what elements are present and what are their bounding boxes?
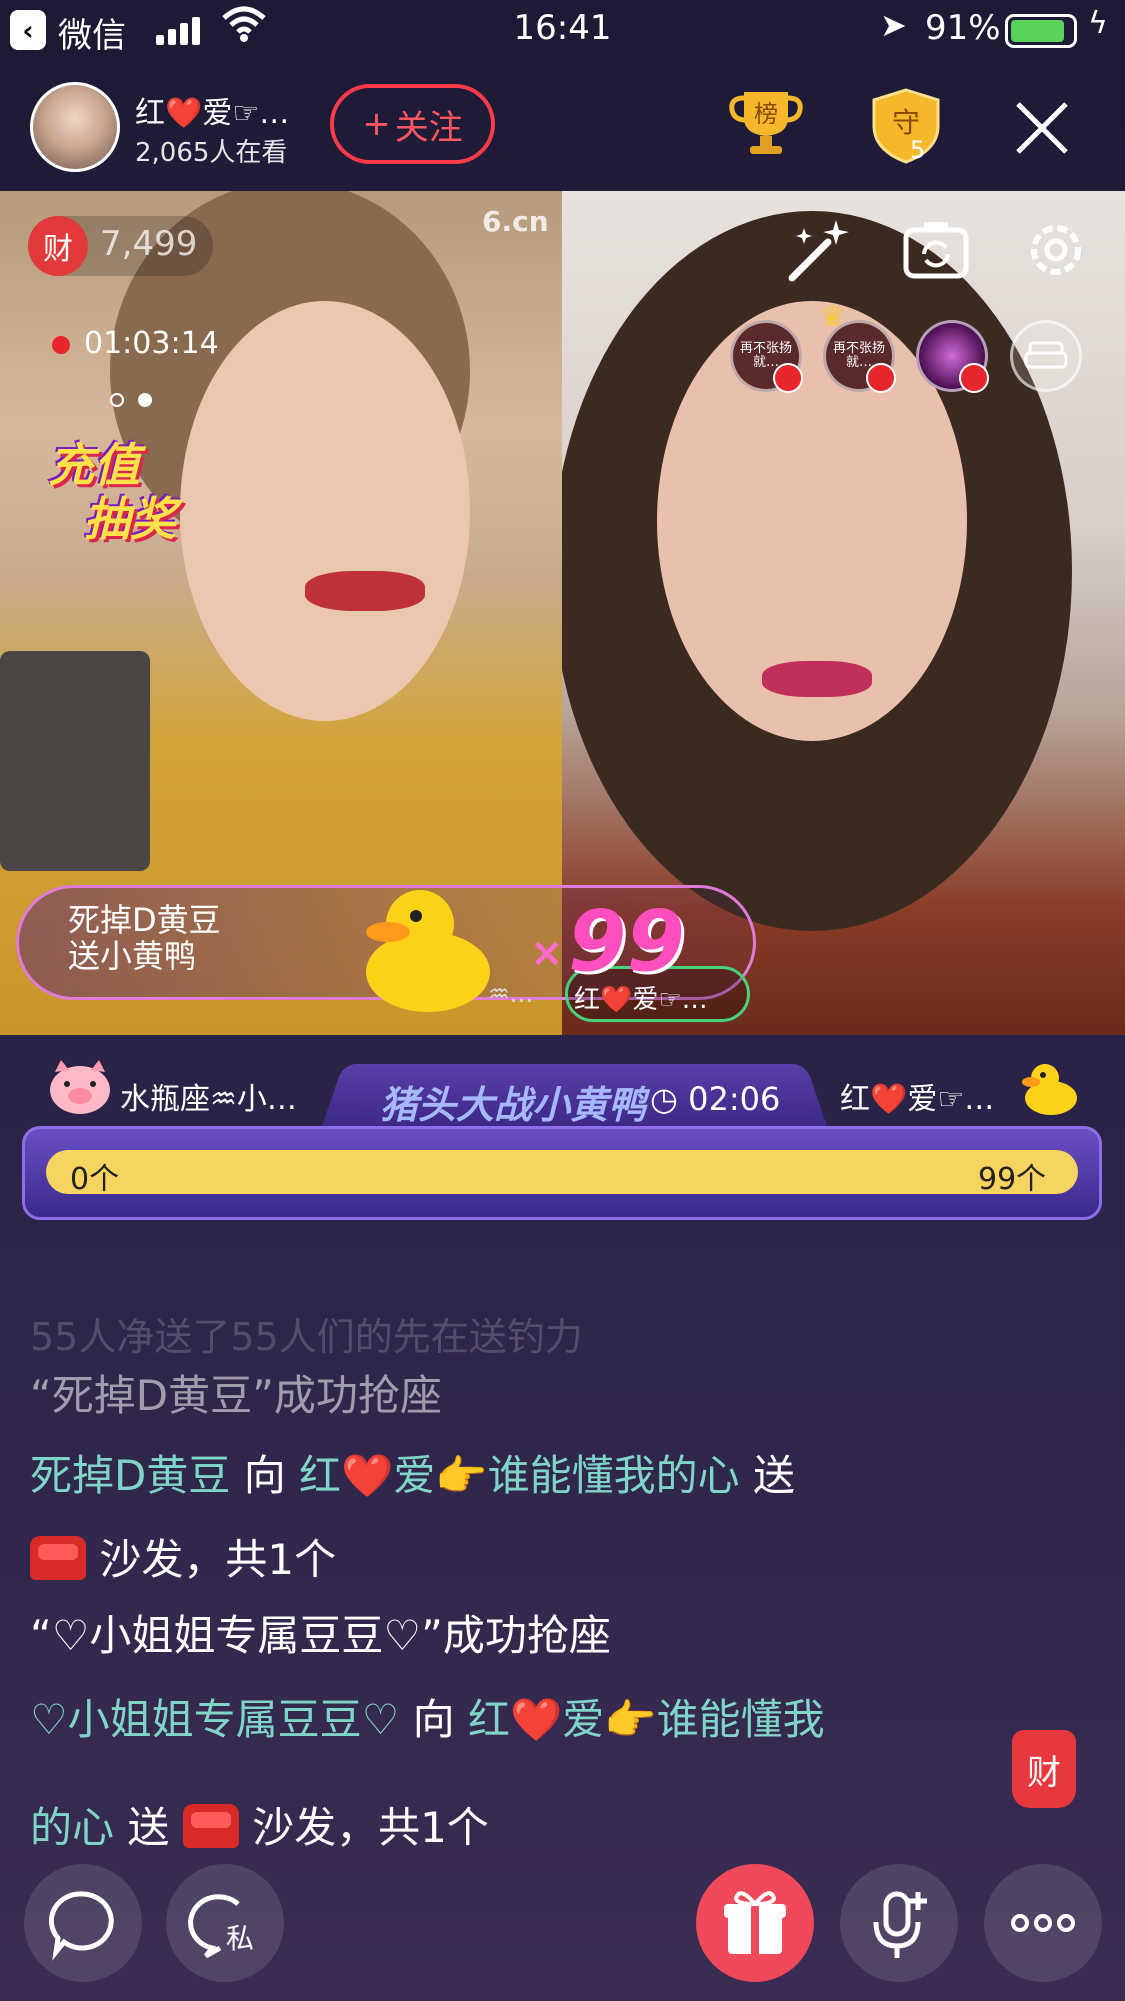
page-dot	[110, 393, 124, 407]
follow-button[interactable]: + 关注	[330, 84, 495, 164]
chat-username[interactable]: ♡小姐姐专属豆豆♡	[30, 1695, 399, 1744]
chat-message: 死掉D黄豆 向 红❤️爱👉谁能懂我的心 送	[30, 1442, 795, 1503]
sofa-icon	[182, 1804, 239, 1848]
gift-sender: 死掉D黄豆 送小黄鸭	[68, 902, 221, 974]
gift-sender-action: 送小黄鸭	[68, 937, 197, 975]
recharge-line2: 抽奖	[84, 492, 176, 546]
wealth-value: 7,499	[100, 224, 198, 264]
gift-count: 99	[568, 892, 685, 990]
chat-faded-line: 55人净送了55人们的先在送钓力	[30, 1315, 583, 1359]
status-bar: ‹ 微信 16:41 ➤ 91% ϟ	[0, 0, 1125, 62]
wealth-icon: 财	[28, 216, 88, 276]
host-name[interactable]: 红❤️爱☞…	[135, 88, 289, 132]
gift-button[interactable]	[696, 1864, 814, 1982]
speech-bubble-icon	[48, 1891, 114, 1961]
pk-left-name[interactable]: 水瓶座♒小…	[120, 1074, 297, 1118]
viewer-count: 2,065人在看	[135, 138, 288, 168]
private-label: 私	[226, 1922, 254, 1955]
recording-dot-icon	[52, 336, 70, 354]
chat-button[interactable]	[24, 1864, 142, 1982]
chat-text: 沙发，共1个	[86, 1535, 337, 1584]
chat-message: “死掉D黄豆”成功抢座	[30, 1371, 442, 1420]
chat-message: 的心 送 沙发，共1个	[30, 1794, 489, 1855]
page-dot-active	[138, 393, 152, 407]
seat-avatar[interactable]	[916, 320, 989, 393]
clock-icon: ◷	[650, 1080, 689, 1118]
watermark-logo: 6.cn	[482, 205, 549, 238]
seat-avatar[interactable]: 再不张扬就…	[730, 320, 803, 393]
live-timer: 01:03:14	[84, 326, 219, 361]
wealth-badge[interactable]: 财 7,499	[28, 216, 213, 276]
seat-avatar[interactable]: 再不张扬就…	[823, 320, 896, 393]
chat-text: 向	[399, 1695, 469, 1744]
sofa-icon	[30, 1536, 86, 1580]
chat-host-name[interactable]: 红❤️爱👉谁能懂我的心	[299, 1451, 740, 1500]
pk-right-name[interactable]: 红❤️爱☞…	[840, 1074, 994, 1118]
pk-timer-value: 02:06	[688, 1080, 781, 1118]
rank-label: 榜	[754, 100, 778, 128]
recharge-lottery-banner[interactable]: 充值 抽奖	[48, 438, 228, 558]
chat-username[interactable]: 死掉D黄豆	[30, 1451, 230, 1500]
pk-left-count: 0个	[70, 1162, 120, 1197]
chat-text: 向	[230, 1451, 300, 1500]
recharge-line1: 充值	[48, 438, 140, 492]
guard-shield-icon[interactable]: 守	[868, 86, 944, 166]
settings-gear-icon[interactable]	[1020, 214, 1092, 286]
ranking-trophy-icon[interactable]: 榜	[726, 88, 806, 158]
close-icon[interactable]	[1010, 96, 1074, 160]
chat-message: 沙发，共1个	[30, 1526, 336, 1587]
chat-message: ♡小姐姐专属豆豆♡ 向 红❤️爱👉谁能懂我	[30, 1686, 825, 1747]
pig-head-icon	[45, 1058, 115, 1116]
charging-bolt-icon: ϟ	[1088, 6, 1108, 41]
location-arrow-icon: ➤	[880, 6, 907, 44]
beauty-wand-icon[interactable]	[782, 214, 854, 286]
guard-count: 5	[910, 136, 926, 164]
empty-seat-sofa-icon[interactable]	[1010, 320, 1082, 392]
sofa-icon	[866, 363, 896, 393]
pk-right-count: 99个	[978, 1162, 1047, 1197]
chat-host-name[interactable]: 红❤️爱👉谁能懂我	[468, 1695, 825, 1744]
battery-icon	[1005, 14, 1077, 48]
pk-timer: ◷ 02:06	[650, 1080, 780, 1118]
more-button[interactable]	[984, 1864, 1102, 1982]
battery-percent: 91%	[925, 8, 1001, 48]
pk-title: 猪头大战小黄鸭	[380, 1083, 647, 1127]
host-avatar[interactable]	[30, 82, 120, 172]
sofa-icon	[773, 363, 803, 393]
plus-icon: +	[362, 104, 391, 144]
duck-icon	[1015, 1058, 1079, 1118]
follow-label: 关注	[394, 107, 463, 148]
gift-sender-name: 死掉D黄豆	[68, 901, 221, 939]
chat-text: 送	[114, 1803, 183, 1852]
chat-host-name[interactable]: 的心	[30, 1803, 114, 1852]
gift-multiplier: ×	[530, 930, 564, 976]
mic-link-button[interactable]	[840, 1864, 958, 1982]
guard-label: 守	[892, 106, 920, 139]
sofa-icon	[959, 363, 989, 393]
chat-message: “♡小姐姐专属豆豆♡”成功抢座	[30, 1611, 611, 1660]
chat-text: 送	[739, 1451, 795, 1500]
private-chat-button[interactable]: 私	[166, 1864, 284, 1982]
page-indicator	[110, 392, 166, 411]
chat-text: 沙发，共1个	[238, 1803, 489, 1852]
pk-progress-bar	[46, 1150, 1078, 1194]
wealth-bag-button[interactable]: 财	[1012, 1730, 1076, 1808]
camera-flip-icon[interactable]	[900, 214, 972, 286]
rubber-duck-gift-icon	[350, 872, 500, 1022]
